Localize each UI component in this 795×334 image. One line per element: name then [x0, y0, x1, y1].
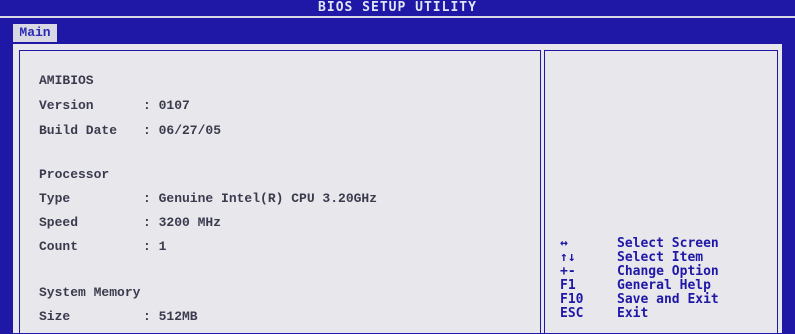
- cpu-count-row: Count : 1: [39, 239, 166, 254]
- cpu-speed-label: Speed: [39, 215, 79, 230]
- memory-size-row: Size : 512MB: [39, 309, 198, 324]
- menu-bar: Main: [0, 16, 795, 44]
- memory-size-label: Size: [39, 309, 71, 324]
- cpu-count-label: Count: [39, 239, 79, 254]
- tab-main[interactable]: Main: [13, 24, 57, 42]
- processor-heading: Processor: [39, 167, 110, 182]
- help-item-change-option: +- Change Option: [560, 264, 719, 279]
- cpu-type-label: Type: [39, 191, 71, 206]
- help-item-select-screen: ↔ Select Screen: [560, 236, 719, 251]
- system-info-pane: AMIBIOS Version : 0107 Build Date : 06/27/…: [19, 50, 541, 334]
- help-item-save-exit: F10 Save and Exit: [560, 292, 719, 307]
- main-panel: AMIBIOS Version : 0107 Build Date : 06/27/…: [13, 44, 782, 334]
- amibios-heading: AMIBIOS: [39, 73, 94, 88]
- build-date-label: Build Date: [39, 123, 118, 138]
- memory-size-value: : 512MB: [143, 309, 198, 324]
- memory-heading: System Memory: [39, 285, 141, 300]
- help-item-select-item: ↑↓ Select Item: [560, 250, 704, 265]
- f1-key: F1: [560, 278, 576, 293]
- left-right-arrow-icon: ↔: [560, 236, 568, 251]
- cpu-type-value: : Genuine Intel(R) CPU 3.20GHz: [143, 191, 378, 206]
- plus-minus-key: +-: [560, 264, 576, 279]
- version-row: Version : 0107: [39, 98, 190, 113]
- build-date-value: : 06/27/05: [143, 123, 222, 138]
- f10-key: F10: [560, 292, 584, 307]
- build-date-row: Build Date : 06/27/05: [39, 123, 221, 138]
- cpu-speed-row: Speed : 3200 MHz: [39, 215, 221, 230]
- help-pane: ↔ Select Screen ↑↓ Select Item +- Change Op…: [544, 50, 778, 334]
- esc-key: ESC: [560, 306, 584, 321]
- up-down-arrow-icon: ↑↓: [560, 250, 576, 265]
- help-item-exit: ESC Exit: [560, 306, 649, 321]
- version-label: Version: [39, 98, 94, 113]
- cpu-count-value: : 1: [143, 239, 167, 254]
- cpu-speed-value: : 3200 MHz: [143, 215, 222, 230]
- window-title: BIOS SETUP UTILITY: [318, 0, 477, 15]
- cpu-type-row: Type : Genuine Intel(R) CPU 3.20GHz: [39, 191, 377, 206]
- version-value: : 0107: [143, 98, 190, 113]
- help-item-general-help: F1 General Help: [560, 278, 711, 293]
- bios-screen: BIOS SETUP UTILITY Main AMIBIOS Version:…: [0, 0, 795, 334]
